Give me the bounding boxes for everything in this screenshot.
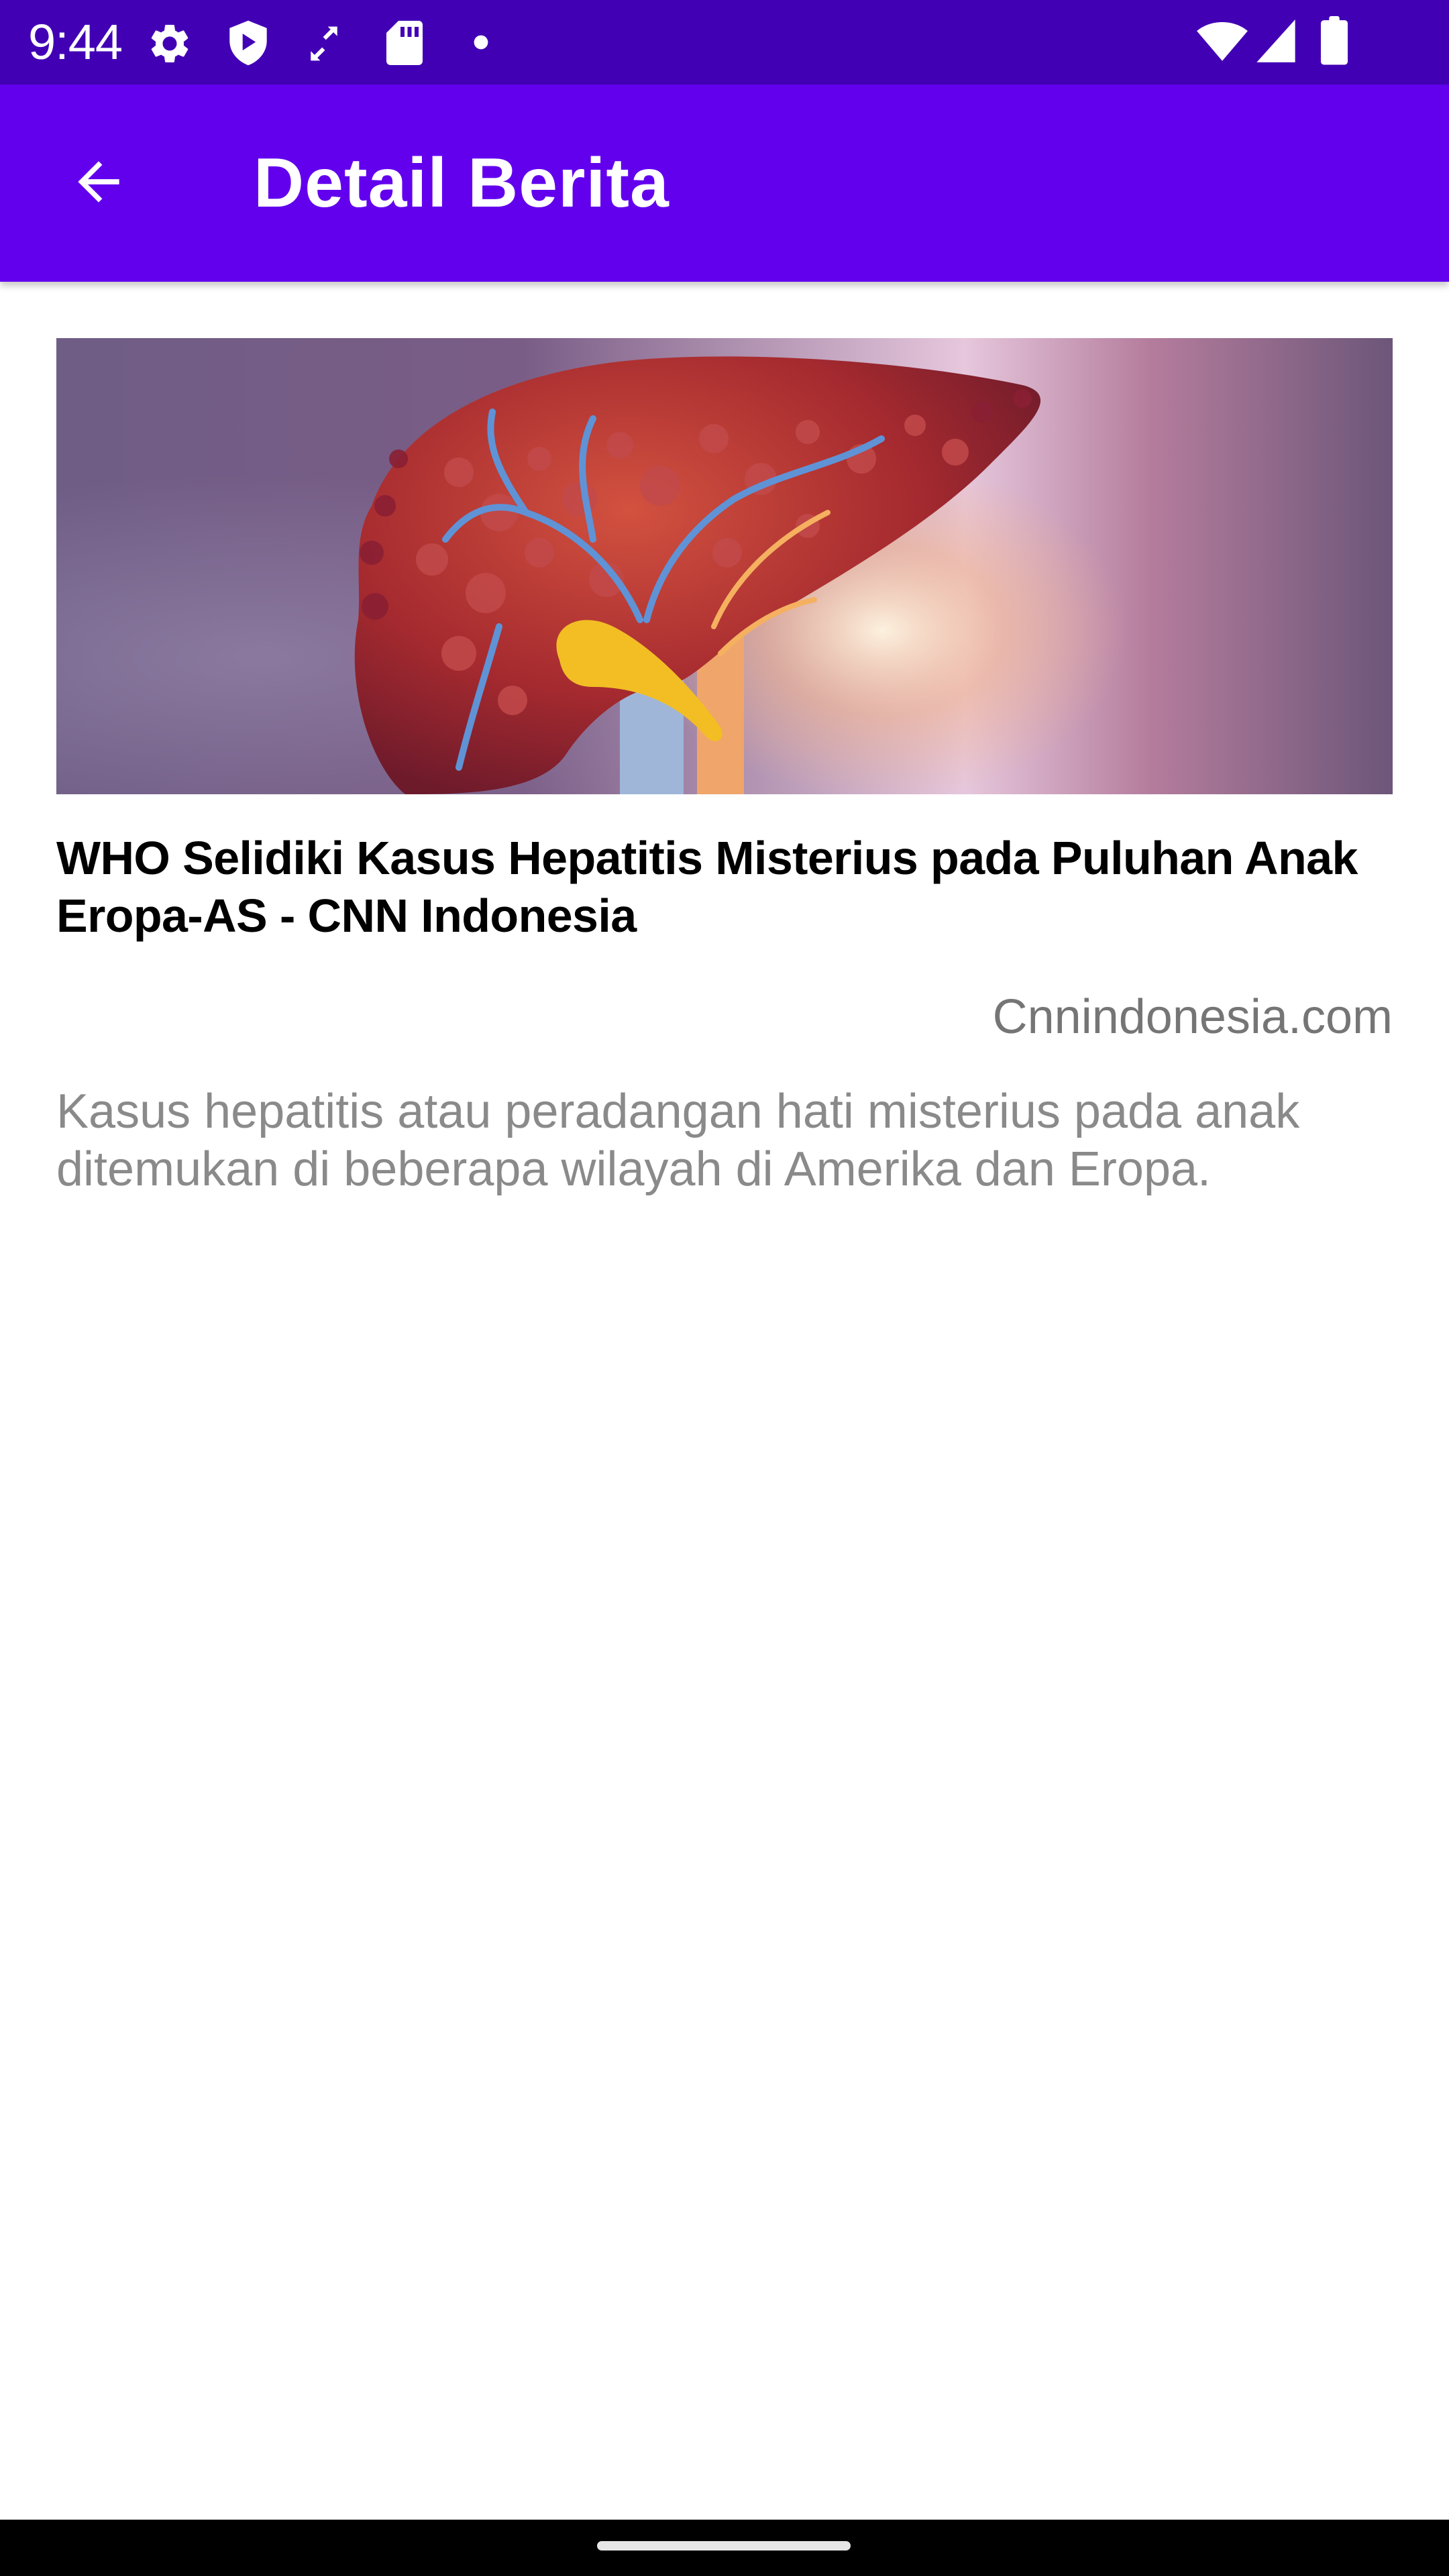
status-bar: 9:44 bbox=[0, 0, 1449, 85]
navigation-bar bbox=[0, 2520, 1449, 2576]
article-description: Kasus hepatitis atau peradangan hati mis… bbox=[56, 1085, 1300, 1196]
status-time: 9:44 bbox=[28, 14, 123, 70]
gear-icon bbox=[151, 24, 189, 62]
article-detail: WHO Selidiki Kasus Hepatitis Misterius p… bbox=[56, 338, 1393, 1198]
home-handle[interactable] bbox=[597, 2541, 851, 2551]
article-title: WHO Selidiki Kasus Hepatitis Misterius p… bbox=[56, 832, 1358, 942]
arrow-back-icon bbox=[78, 161, 119, 203]
sync-off-icon bbox=[311, 26, 337, 61]
notification-dot-icon bbox=[474, 35, 488, 50]
signal-icon bbox=[1256, 19, 1295, 62]
back-button[interactable] bbox=[42, 125, 156, 239]
article-image bbox=[56, 338, 1393, 794]
battery-icon bbox=[1320, 16, 1348, 65]
shield-icon bbox=[229, 20, 267, 66]
wifi-icon bbox=[1197, 21, 1248, 61]
app-bar: Detail Berita bbox=[0, 85, 1449, 282]
page-title: Detail Berita bbox=[254, 144, 669, 222]
article-source: Cnnindonesia.com bbox=[992, 990, 1393, 1044]
sd-card-icon bbox=[386, 21, 423, 65]
